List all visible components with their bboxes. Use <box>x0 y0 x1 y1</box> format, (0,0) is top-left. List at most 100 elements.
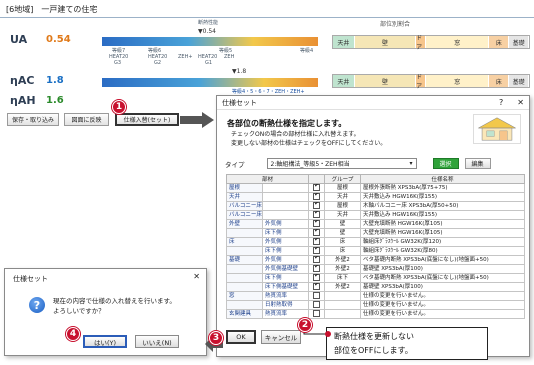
type-dropdown[interactable]: 2:軸組構法_等級5・ZEH相当 ▾ <box>266 158 417 169</box>
table-row[interactable]: 床下側基礎壁 外壁2基礎壁 XPS3bA(厚100) <box>226 282 526 292</box>
row-checkbox-toggle[interactable] <box>313 211 321 218</box>
row-checkbox-toggle[interactable] <box>313 292 321 299</box>
confirm-dialog: 仕様セット ✕ ? 現在の内容で仕様の入れ替えを行います。 よろしいですか？ は… <box>4 268 207 356</box>
yes-button[interactable]: はい(Y) <box>83 335 127 348</box>
row-checkbox <box>308 237 326 247</box>
row-checkbox <box>308 291 326 301</box>
row-spec: 仕様の変更を行いません。 <box>360 291 526 301</box>
parts-seg-door: ドア <box>416 74 427 90</box>
row-part: 屋根 <box>226 183 263 193</box>
row-group: 天井 <box>324 210 362 220</box>
row-group: 床下 <box>324 273 362 283</box>
ua-level-g3: G3 <box>114 60 122 66</box>
table-row[interactable]: バルコニー床(天井断熱) 天井天井敷込み HGW16K(厚155) <box>226 210 526 220</box>
parts-ratio-bar-ua: 天井 壁 ドア 窓 床 基礎 <box>332 35 530 51</box>
table-row[interactable]: 基礎外気側 外壁2ベタ基礎内断熱 XPS3bA(底盤になし)(地盤面+50) <box>226 255 526 265</box>
row-checkbox-toggle[interactable] <box>313 229 321 236</box>
flow-arrow <box>180 112 214 128</box>
row-part: 玄関建具 <box>226 309 263 319</box>
standard-marker: ▼0.54 <box>198 28 216 35</box>
type-row: タイプ 2:軸組構法_等級5・ZEH相当 ▾ 選択 編集 <box>225 158 491 169</box>
region-label: [6地域] 一戸建ての住宅 <box>6 5 98 14</box>
row-group: 床 <box>324 246 362 256</box>
cancel-button[interactable]: キャンセル <box>261 330 301 344</box>
row-subpart: 床下側基礎壁 <box>261 282 310 292</box>
edit-button[interactable]: 編集 <box>464 158 491 169</box>
table-row[interactable]: 窓熱貫流率 仕様の変更を行いません。 <box>226 291 526 301</box>
row-checkbox <box>308 300 326 310</box>
row-spec: ベタ基礎内断熱 XPS3bA(底盤になし)(地盤面+50) <box>360 273 526 283</box>
close-icon[interactable]: ✕ <box>517 98 524 107</box>
table-row[interactable]: 床外気側床軸組床ｸﾞﾗｽｳｰﾙ GW32K(厚120) <box>226 237 526 247</box>
close-icon[interactable]: ✕ <box>193 272 200 281</box>
callout-line-1: 断熱仕様を更新しない <box>334 332 414 341</box>
row-spec: 木軸バルコニー床 XPS3bA(厚50+50) <box>360 201 526 211</box>
row-checkbox <box>308 264 326 274</box>
header-check <box>308 174 326 184</box>
table-row[interactable]: 外気側基礎壁 外壁2基礎壁 XPS3bA(厚100) <box>226 264 526 274</box>
save-import-button[interactable]: 保存・取り込み <box>7 113 59 126</box>
row-part <box>226 273 263 283</box>
row-part <box>226 264 263 274</box>
row-spec: 大壁充填断熱 HGW16K(厚105) <box>360 228 526 238</box>
row-subpart: 床下側 <box>261 246 310 256</box>
table-row[interactable]: 天井天井天井敷込み HGW16K(厚155) <box>226 192 526 202</box>
row-checkbox <box>308 273 326 283</box>
row-checkbox-toggle[interactable] <box>313 193 321 200</box>
table-row[interactable]: 床下側 床下ベタ基礎内断熱 XPS3bA(底盤になし)(地盤面+50) <box>226 273 526 283</box>
dialog-heading: 各部位の断熱仕様を指定します。 <box>227 119 347 128</box>
select-button[interactable]: 選択 <box>432 158 459 169</box>
row-checkbox-toggle[interactable] <box>313 184 321 191</box>
row-checkbox <box>308 219 326 229</box>
ok-button[interactable]: OK <box>226 330 256 344</box>
row-spec: 仕様の変更を行いません。 <box>360 300 526 310</box>
row-checkbox-toggle[interactable] <box>313 220 321 227</box>
row-group: 外壁2 <box>324 255 362 265</box>
row-checkbox <box>308 246 326 256</box>
table-row[interactable]: 日射熱取得 仕様の変更を行いません。 <box>226 300 526 310</box>
header-group: グループ <box>324 174 362 184</box>
parts-seg-foundation: 基礎 <box>509 75 529 87</box>
apply-to-drawing-button[interactable]: 図面に反映 <box>64 113 109 126</box>
row-checkbox <box>308 255 326 265</box>
ua-level-g2: G2 <box>154 60 162 66</box>
row-group <box>324 291 362 301</box>
parts-seg-ceiling: 天井 <box>333 36 355 48</box>
type-dropdown-value: 2:軸組構法_等級5・ZEH相当 <box>270 161 350 168</box>
step-marker-4: 4 <box>66 327 80 341</box>
table-row[interactable]: 外壁外気側 壁大壁充填断熱 HGW16K(厚105) <box>226 219 526 229</box>
ua-value: 0.54 <box>46 34 71 45</box>
table-row[interactable]: 床下側 床軸組床ｸﾞﾗｽｳｰﾙ GW32K(厚80) <box>226 246 526 256</box>
row-spec: 基礎壁 XPS3bA(厚100) <box>360 282 526 292</box>
table-row[interactable]: 床下側 壁大壁充填断熱 HGW16K(厚105) <box>226 228 526 238</box>
row-checkbox-toggle[interactable] <box>313 310 321 317</box>
parts-ratio-bar-eta: 天井 壁 ドア 窓 床 基礎 <box>332 74 530 90</box>
desc-line-2: 変更しない部材の仕様はチェックをOFFにしてください。 <box>231 140 387 147</box>
spec-set-button[interactable]: 仕様入替(セット) <box>115 113 179 126</box>
help-icon[interactable]: ? <box>499 98 503 107</box>
row-checkbox-toggle[interactable] <box>313 238 321 245</box>
row-checkbox-toggle[interactable] <box>313 265 321 272</box>
ua-level-zeh: ZEH <box>224 54 235 60</box>
row-part: 床 <box>226 237 263 247</box>
row-checkbox-toggle[interactable] <box>313 256 321 263</box>
no-button[interactable]: いいえ(N) <box>135 335 179 348</box>
row-checkbox-toggle[interactable] <box>313 274 321 281</box>
row-checkbox-toggle[interactable] <box>313 202 321 209</box>
row-checkbox-toggle[interactable] <box>313 301 321 308</box>
row-spec: 屋根外張断熱 XPS3bA(厚75+75) <box>360 183 526 193</box>
parts-seg-ceiling: 天井 <box>333 75 355 87</box>
confirm-title: 仕様セット <box>13 275 48 283</box>
ua-grade-4: 等級4 <box>300 48 314 54</box>
table-row[interactable]: 屋根屋根屋根外張断熱 XPS3bA(厚75+75) <box>226 183 526 193</box>
eta-ac-value: 1.8 <box>46 75 64 86</box>
table-row[interactable]: 玄関建具 熱貫流率 仕様の変更を行いません。 <box>226 309 526 319</box>
header-spec: 仕様名称 <box>360 174 526 184</box>
header-divider <box>0 17 534 18</box>
standard-caption: 断熱性能 <box>198 20 219 26</box>
row-checkbox-toggle[interactable] <box>313 283 321 290</box>
row-checkbox-toggle[interactable] <box>313 247 321 254</box>
row-spec: 天井敷込み HGW16K(厚155) <box>360 192 526 202</box>
confirm-msg-line-2: よろしいですか？ <box>53 307 105 315</box>
table-row[interactable]: バルコニー床(屋根断熱) 屋根木軸バルコニー床 XPS3bA(厚50+50) <box>226 201 526 211</box>
